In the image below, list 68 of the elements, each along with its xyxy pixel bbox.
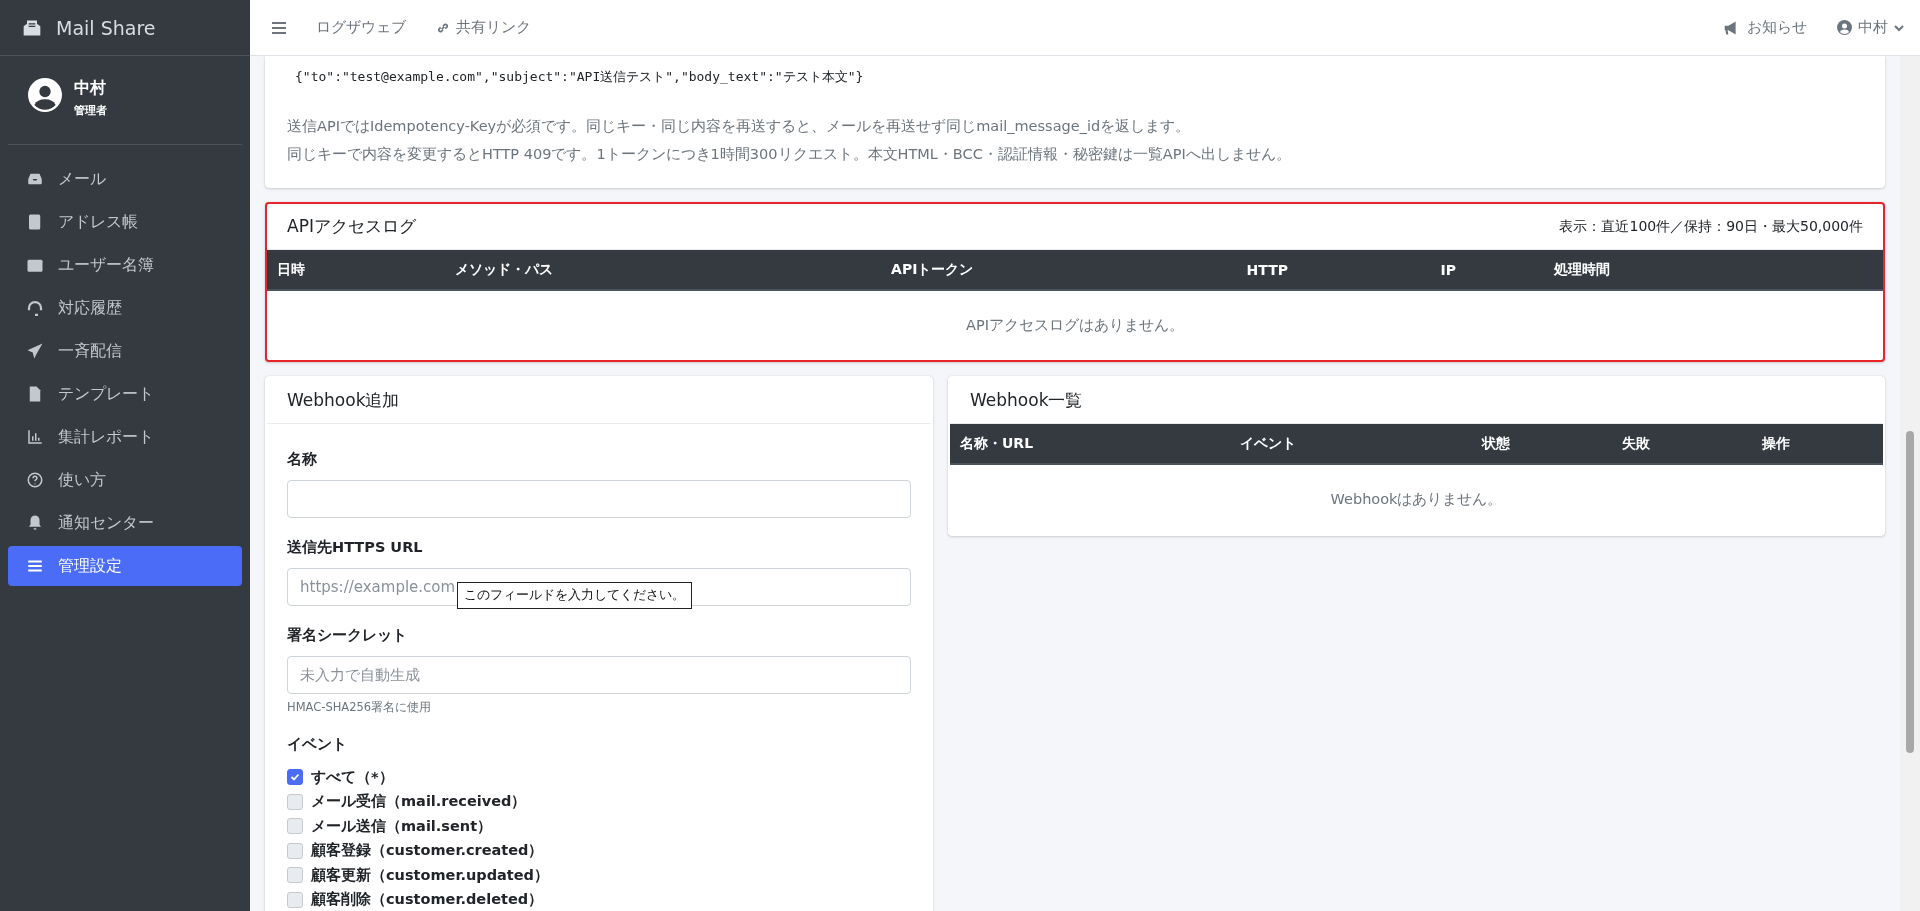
input-field[interactable]: 未入力で自動生成 (287, 656, 911, 694)
checkbox-label: すべて（*） (311, 767, 394, 787)
paper-plane-icon (26, 342, 44, 360)
chevron-down-icon (1894, 22, 1904, 33)
bell-icon (26, 514, 44, 532)
validation-tooltip: このフィールドを入力してください。 (457, 582, 692, 609)
checkbox-label: 顧客更新（customer.updated） (311, 865, 549, 885)
column-header: 名称・URL (950, 424, 1230, 464)
sidebar-item[interactable]: メール (8, 159, 242, 199)
user-role: 管理者 (74, 103, 107, 118)
field-label: 名称 (287, 450, 318, 469)
sidebar-item[interactable]: 集計レポート (8, 417, 242, 457)
scrollbar-thumb[interactable] (1906, 431, 1914, 753)
empty-message: Webhookはありません。 (950, 464, 1883, 534)
checkbox[interactable] (287, 793, 303, 810)
help-icon (26, 471, 44, 489)
column-header: HTTP (1236, 250, 1431, 290)
column-header: 状態 (1472, 424, 1613, 464)
column-header: メソッド・パス (444, 250, 882, 290)
column-header: 操作 (1752, 424, 1883, 464)
column-header: IP (1430, 250, 1544, 290)
user-name: 中村 (74, 78, 107, 99)
nav-link[interactable]: ログザウェブ (316, 18, 406, 37)
column-header: 日時 (267, 250, 445, 290)
user-icon (1837, 20, 1852, 35)
sidebar-item[interactable]: テンプレート (8, 374, 242, 414)
user-menu[interactable]: 中村 (1837, 18, 1904, 37)
checkbox[interactable] (287, 891, 303, 908)
checkbox-label: メール受信（mail.received） (311, 792, 527, 812)
nav-link[interactable]: 共有リンク (436, 18, 531, 37)
checkbox[interactable] (287, 842, 303, 859)
sidebar-item[interactable]: 対応履歴 (8, 288, 242, 328)
sidebar-item[interactable]: アドレス帳 (8, 202, 242, 242)
notice-link[interactable]: お知らせ (1723, 18, 1807, 37)
empty-message: APIアクセスログはありません。 (267, 290, 1883, 360)
column-header: 処理時間 (1543, 250, 1883, 290)
column-header: APIトークン (881, 250, 1237, 290)
sidebar-item[interactable]: 通知センター (8, 503, 242, 543)
brand-name: Mail Share (56, 16, 156, 39)
menu-icon[interactable] (272, 20, 286, 35)
retention-info: 表示：直近100件／保持：90日・最大50,000件 (1559, 217, 1863, 236)
column-header: イベント (1229, 424, 1473, 464)
card-title: Webhook追加 (287, 389, 400, 412)
info-text: 送信APIではIdempotency-Keyが必須です。同じキー・同じ内容を再送すると、メールを再送せず同じmail_message_idを返します。 (287, 117, 1192, 136)
user-avatar-icon (28, 78, 62, 112)
checkbox-label: 顧客登録（customer.created） (311, 841, 544, 861)
code-sample: {"to":"test@example.com","subject":"API送信テスト","body_text":"テスト本文"} (294, 68, 865, 86)
sidebar-item[interactable]: ユーザー名簿 (8, 245, 242, 285)
field-label: イベント (287, 735, 348, 754)
column-header: 失敗 (1612, 424, 1753, 464)
link-icon (436, 20, 450, 35)
checkbox-label: メール送信（mail.sent） (311, 816, 493, 836)
checkbox-label: 顧客削除（customer.deleted） (311, 890, 544, 910)
checkbox[interactable] (287, 818, 303, 835)
sidebar-item[interactable]: 使い方 (8, 460, 242, 500)
bar-chart-icon (26, 428, 44, 446)
help-text: HMAC-SHA256署名に使用 (287, 700, 433, 715)
sidebar-item[interactable]: 一斉配信 (8, 331, 242, 371)
input-field[interactable] (287, 480, 911, 518)
sidebar-item[interactable]: 管理設定 (8, 546, 242, 586)
info-text: 同じキーで内容を変更するとHTTP 409です。1トークンにつき1時間300リクエスト。本文HTML・BCC・認証情報・秘密鍵は一覧APIへ出しません。 (287, 145, 1292, 164)
field-label: 署名シークレット (287, 626, 408, 645)
check-icon (290, 772, 300, 783)
checkbox[interactable] (287, 867, 303, 884)
card-title: Webhook一覧 (970, 389, 1083, 412)
card-title: APIアクセスログ (287, 215, 416, 238)
checkbox[interactable] (287, 769, 303, 786)
field-label: 送信先HTTPS URL (287, 538, 424, 557)
